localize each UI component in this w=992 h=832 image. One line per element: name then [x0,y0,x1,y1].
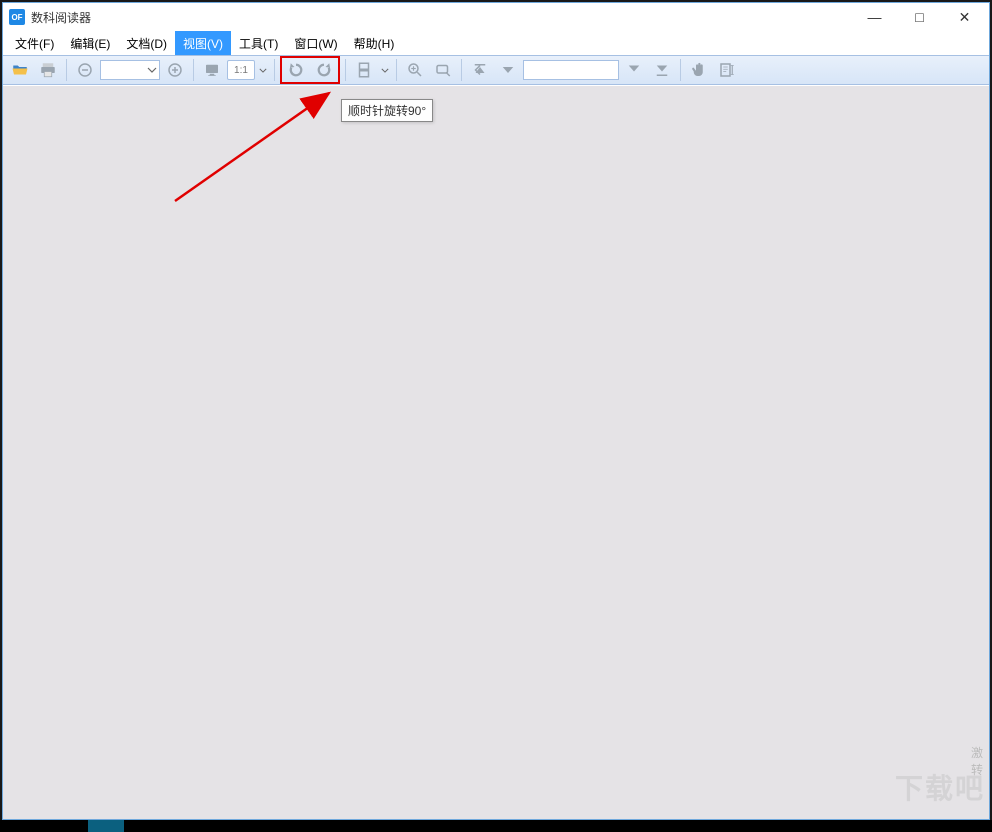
document-area[interactable] [3,86,989,819]
magnifier-rect-icon [434,61,452,79]
text-select-icon [718,61,736,79]
minimize-button[interactable]: — [852,3,897,31]
actual-size-button[interactable]: 1:1 [227,60,255,80]
page-input[interactable] [523,60,619,80]
zoom-out-button[interactable] [72,58,98,82]
window-title: 数科阅读器 [31,9,91,26]
tooltip: 顺时针旋转90° [341,99,433,122]
hand-tool-button[interactable] [686,58,712,82]
layout-dropdown[interactable] [379,58,391,82]
taskbar[interactable] [0,820,992,832]
print-button[interactable] [35,58,61,82]
monitor-icon [203,61,221,79]
fit-screen-button[interactable] [199,58,225,82]
menu-file[interactable]: 文件(F) [7,31,62,55]
first-page-button[interactable] [467,58,493,82]
menubar: 文件(F) 编辑(E) 文档(D) 视图(V) 工具(T) 窗口(W) 帮助(H… [3,31,989,55]
desktop: OF 数科阅读器 — □ ✕ 文件(F) 编辑(E) 文档(D) 视图(V) 工… [0,0,992,832]
first-page-icon [471,61,489,79]
page-layout-button[interactable] [351,58,377,82]
rotate-group-highlight [280,56,340,84]
menu-tools[interactable]: 工具(T) [231,31,286,55]
zoom-in-button[interactable] [162,58,188,82]
titlebar[interactable]: OF 数科阅读器 — □ ✕ [3,3,989,31]
rotate-cw-button[interactable] [311,58,337,82]
plus-circle-icon [166,61,184,79]
rotate-cw-icon [315,61,333,79]
next-page-button[interactable] [621,58,647,82]
chevron-down-icon [259,68,267,73]
loupe-button[interactable] [430,58,456,82]
hand-icon [690,61,708,79]
menu-window[interactable]: 窗口(W) [286,31,345,55]
app-window: OF 数科阅读器 — □ ✕ 文件(F) 编辑(E) 文档(D) 视图(V) 工… [2,2,990,820]
menu-edit[interactable]: 编辑(E) [62,31,118,55]
menu-doc[interactable]: 文档(D) [118,31,175,55]
rotate-ccw-icon [287,61,305,79]
minus-circle-icon [76,61,94,79]
menu-help[interactable]: 帮助(H) [346,31,403,55]
toolbar: 1:1 [3,55,989,85]
maximize-button[interactable]: □ [897,3,942,31]
folder-open-icon [11,61,29,79]
taskbar-app-icon[interactable] [88,820,124,832]
arrow-up-icon [499,61,517,79]
prev-page-button[interactable] [495,58,521,82]
zoom-combo[interactable] [100,60,160,80]
chevron-down-icon [147,67,157,73]
printer-icon [39,61,57,79]
rotate-ccw-button[interactable] [283,58,309,82]
fit-dropdown[interactable] [257,58,269,82]
app-icon: OF [9,9,25,25]
close-button[interactable]: ✕ [942,3,987,31]
magnifier-plus-icon [406,61,424,79]
brand-watermark: 下载吧 [895,767,985,807]
page-layout-icon [355,61,373,79]
open-button[interactable] [7,58,33,82]
zoom-tool-button[interactable] [402,58,428,82]
last-page-icon [653,61,671,79]
select-text-button[interactable] [714,58,740,82]
chevron-down-icon [381,68,389,73]
menu-view[interactable]: 视图(V) [175,31,231,55]
last-page-button[interactable] [649,58,675,82]
arrow-down-icon [625,61,643,79]
